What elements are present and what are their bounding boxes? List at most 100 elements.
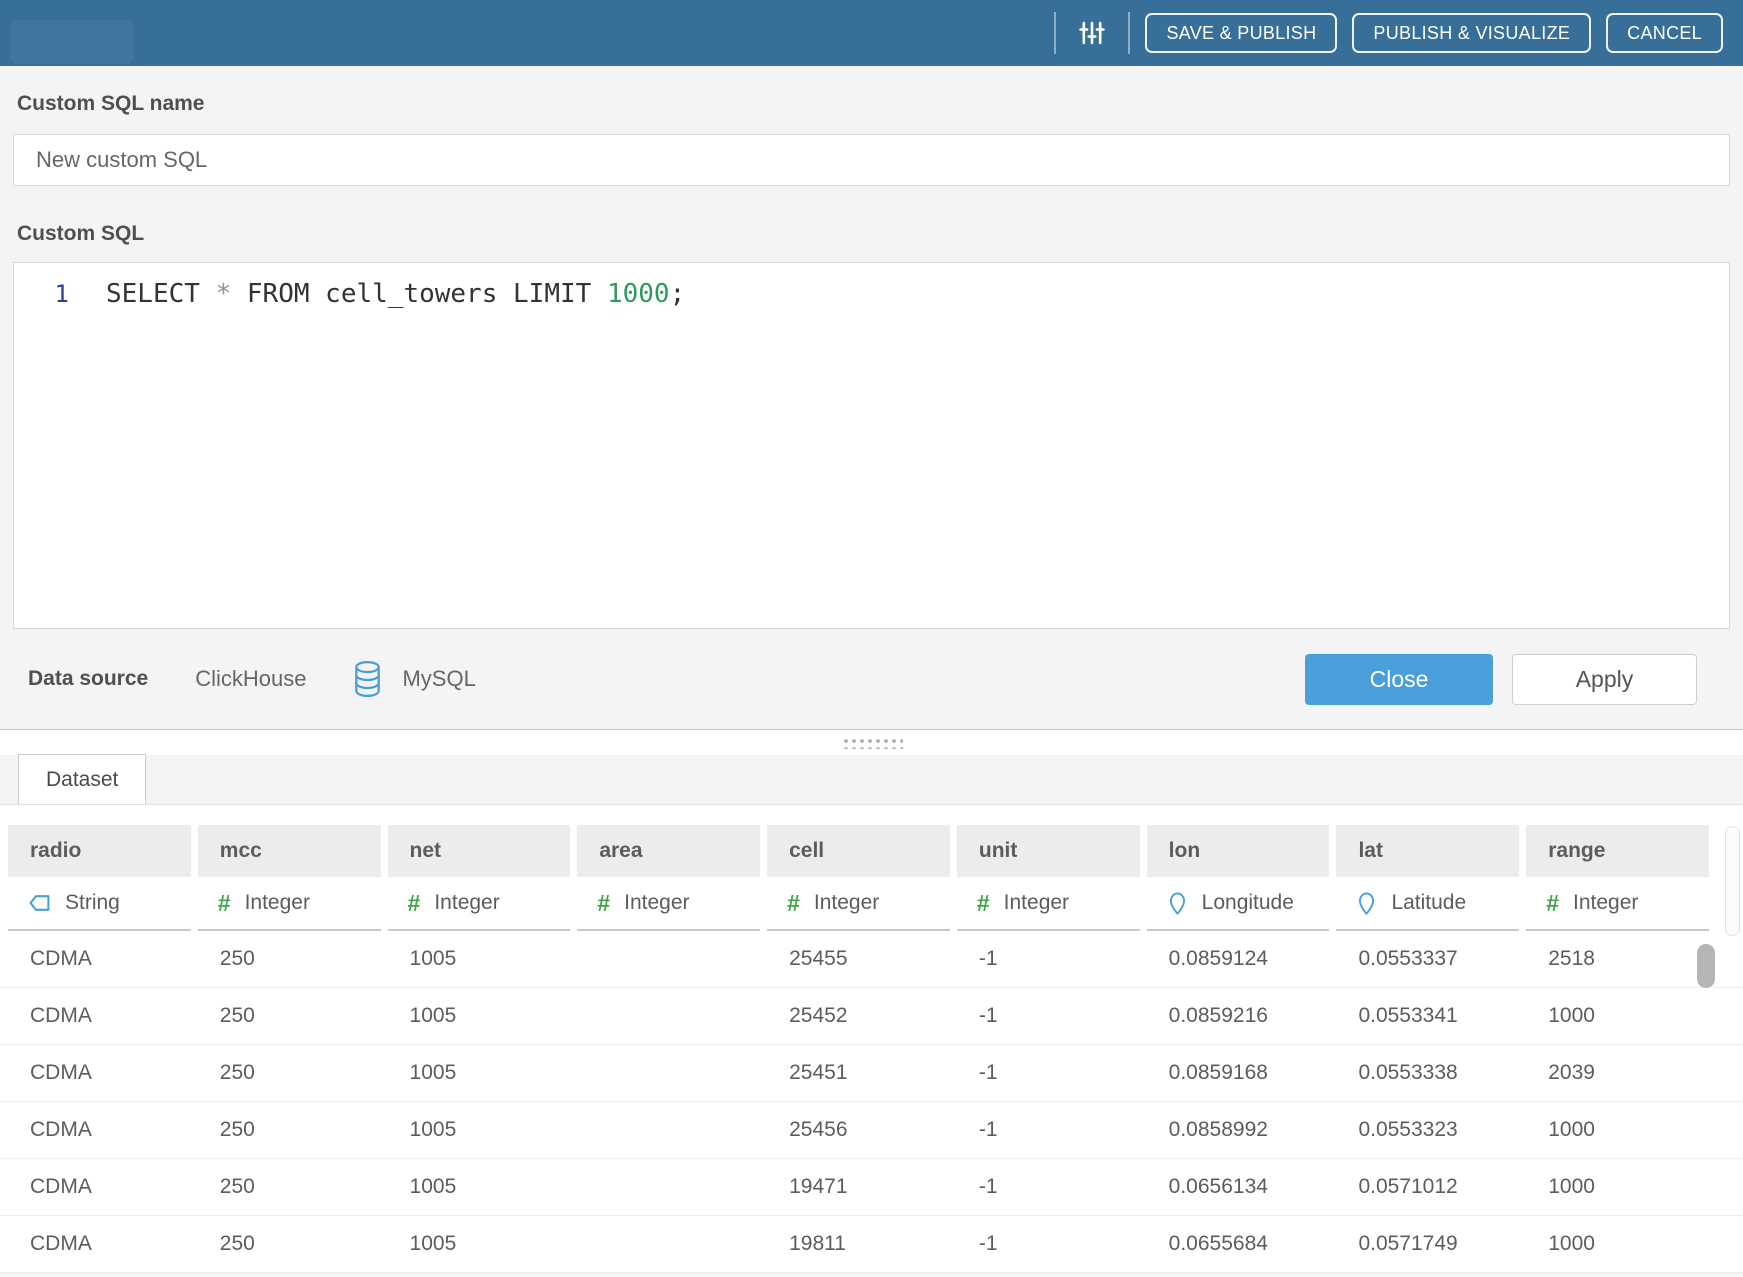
dataset-tab-bar: Dataset [0, 755, 1743, 805]
table-cell: 19471 [767, 1159, 950, 1215]
table-cell: -1 [957, 1102, 1140, 1158]
column-type-radio[interactable]: String [8, 877, 191, 931]
settings-sliders-icon[interactable] [1077, 18, 1107, 48]
table-cell [577, 1159, 760, 1215]
table-cell: 0.0553323 [1336, 1102, 1519, 1158]
column-type-label: Integer [434, 891, 499, 915]
top-action-bar: SAVE & PUBLISH PUBLISH & VISUALIZE CANCE… [0, 0, 1743, 66]
database-icon[interactable] [353, 660, 382, 698]
table-cell: 25455 [767, 931, 950, 987]
sql-token-number: 1000 [607, 279, 670, 309]
cancel-button[interactable]: CANCEL [1606, 13, 1723, 53]
table-cell: 25451 [767, 1045, 950, 1101]
table-row: CDMA250100525455-10.08591240.05533372518 [0, 931, 1743, 988]
location-pin-icon [1167, 891, 1188, 916]
table-cell: 0.0859124 [1147, 931, 1330, 987]
column-type-lon[interactable]: Longitude [1147, 877, 1330, 931]
table-cell: 1005 [388, 1045, 571, 1101]
publish-and-visualize-button[interactable]: PUBLISH & VISUALIZE [1352, 13, 1591, 53]
column-type-label: String [65, 891, 120, 915]
table-cell: 1005 [388, 1102, 571, 1158]
column-type-mcc[interactable]: #Integer [198, 877, 381, 931]
sql-token-plain [497, 279, 513, 309]
sql-token-keyword: SELECT [106, 279, 200, 309]
table-cell: 1000 [1526, 1159, 1709, 1215]
table-cell: 250 [198, 1045, 381, 1101]
save-and-publish-button[interactable]: SAVE & PUBLISH [1145, 13, 1337, 53]
table-cell: 25456 [767, 1102, 950, 1158]
table-cell [577, 1045, 760, 1101]
close-button[interactable]: Close [1305, 654, 1493, 705]
table-cell: 1005 [388, 1216, 571, 1272]
datasource-mysql[interactable]: MySQL [402, 666, 475, 692]
splitter-drag-handle-icon[interactable] [841, 736, 903, 749]
sql-token-plain [310, 279, 326, 309]
table-scrollbar-thumb[interactable] [1697, 944, 1715, 988]
table-cell: 0.0553337 [1336, 931, 1519, 987]
sql-token-plain [231, 279, 247, 309]
column-type-net[interactable]: # Integer [388, 877, 571, 931]
datasource-clickhouse[interactable]: ClickHouse [195, 666, 306, 692]
column-header-unit[interactable]: unit [957, 825, 1140, 877]
table-cell [577, 931, 760, 987]
table-cell: 0.0656134 [1147, 1159, 1330, 1215]
column-type-cell[interactable]: # Integer [767, 877, 950, 931]
table-type-row: String#Integer#Integer#Integer#Integer#I… [0, 877, 1743, 931]
datasource-label: Data source [28, 667, 148, 691]
column-type-label: Integer [814, 891, 879, 915]
column-type-label: Integer [624, 891, 689, 915]
table-row: CDMA250100525451-10.08591680.05533382039 [0, 1045, 1743, 1102]
topbar-divider [1054, 12, 1056, 54]
column-type-label: Latitude [1391, 891, 1466, 915]
tab-dataset[interactable]: Dataset [18, 754, 146, 804]
column-header-net[interactable]: net [388, 825, 571, 877]
column-type-area[interactable]: # Integer [577, 877, 760, 931]
apply-button[interactable]: Apply [1512, 654, 1697, 705]
sql-code-line: SELECT * FROM cell_towers LIMIT 1000; [69, 277, 685, 311]
column-type-lat[interactable]: Latitude [1336, 877, 1519, 931]
column-type-unit[interactable]: #Integer [957, 877, 1140, 931]
column-header-radio[interactable]: radio [8, 825, 191, 877]
sql-token-plain: ; [670, 279, 686, 309]
table-header-row: radiomccnetareacellunitlonlatrange [0, 825, 1743, 877]
sql-token-operator: * [216, 279, 232, 309]
column-type-label: Integer [1004, 891, 1069, 915]
table-cell: 25452 [767, 988, 950, 1044]
table-cell: 0.0859168 [1147, 1045, 1330, 1101]
table-cell [577, 988, 760, 1044]
sql-token-keyword: LIMIT [513, 279, 591, 309]
hash-icon: # [1546, 890, 1559, 917]
column-header-range[interactable]: range [1526, 825, 1709, 877]
table-cell: 0.0655684 [1147, 1216, 1330, 1272]
hash-icon: # [787, 890, 800, 917]
sql-code-editor[interactable]: 1 SELECT * FROM cell_towers LIMIT 1000; [13, 262, 1730, 629]
hash-icon: # [597, 890, 610, 917]
table-cell: -1 [957, 1159, 1140, 1215]
custom-sql-form: Custom SQL name Custom SQL 1 SELECT * FR… [0, 66, 1743, 729]
custom-sql-label: Custom SQL [13, 222, 1730, 246]
column-header-lon[interactable]: lon [1147, 825, 1330, 877]
sql-token-keyword: FROM [247, 279, 310, 309]
custom-sql-name-input[interactable] [13, 134, 1730, 186]
table-scrollbar-track[interactable] [1725, 826, 1740, 936]
column-header-cell[interactable]: cell [767, 825, 950, 877]
table-row: CDMA250100525452-10.08592160.05533411000 [0, 988, 1743, 1045]
dataset-table: radiomccnetareacellunitlonlatrange Strin… [0, 805, 1743, 1273]
hash-icon: # [408, 890, 421, 917]
column-header-mcc[interactable]: mcc [198, 825, 381, 877]
table-cell: CDMA [8, 1216, 191, 1272]
column-header-lat[interactable]: lat [1336, 825, 1519, 877]
column-header-area[interactable]: area [577, 825, 760, 877]
table-cell: 19811 [767, 1216, 950, 1272]
table-row: CDMA250100525456-10.08589920.05533231000 [0, 1102, 1743, 1159]
table-cell [577, 1216, 760, 1272]
sql-token-plain [200, 279, 216, 309]
table-cell: 1000 [1526, 988, 1709, 1044]
table-cell: 1005 [388, 988, 571, 1044]
column-type-range[interactable]: #Integer [1526, 877, 1709, 931]
column-type-label: Longitude [1202, 891, 1294, 915]
datasource-row: Data source ClickHouse MySQL Close Apply [13, 629, 1730, 729]
table-cell [577, 1102, 760, 1158]
custom-sql-name-label: Custom SQL name [13, 66, 1730, 116]
table-cell: 1005 [388, 1159, 571, 1215]
